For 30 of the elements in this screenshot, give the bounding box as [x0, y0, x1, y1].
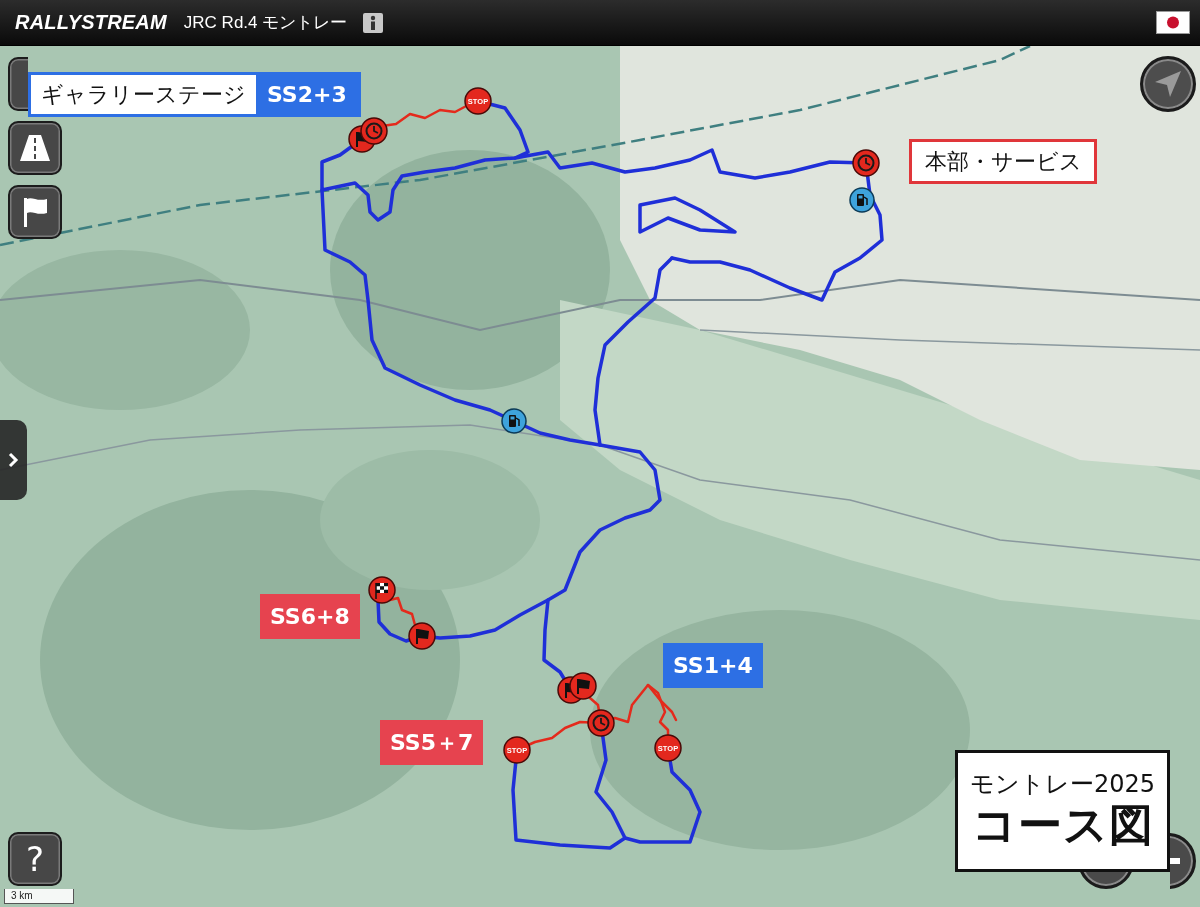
- clock-marker-icon: [587, 709, 615, 737]
- title-card-title: コース図: [971, 799, 1154, 852]
- fuel-pump-marker-icon: [849, 187, 875, 213]
- gallery-stage-title: ギャラリーステージ: [40, 80, 247, 109]
- chevron-right-icon: [8, 452, 19, 468]
- stage-label: SS1+4: [663, 643, 763, 688]
- clock-marker-icon: [852, 149, 880, 177]
- info-icon[interactable]: [363, 12, 384, 33]
- flag-marker-icon: [569, 672, 597, 700]
- flag-button[interactable]: [8, 185, 62, 239]
- clock-marker-icon: [360, 117, 388, 145]
- map-control-button[interactable]: [8, 57, 28, 111]
- title-card-subtitle: モントレー2025: [969, 770, 1156, 799]
- help-button[interactable]: ?: [8, 832, 62, 886]
- road-icon: [20, 135, 50, 161]
- checkered-flag-marker-icon: [368, 576, 396, 604]
- panel-toggle-button[interactable]: [0, 420, 27, 500]
- flag-marker-icon: [408, 622, 436, 650]
- flag-icon: [23, 197, 47, 227]
- stage-number-label: SS2+3: [256, 75, 358, 114]
- event-title: JRC Rd.4 モントレー: [183, 12, 348, 34]
- stage-label: SS5＋7: [380, 720, 484, 765]
- scale-bar: 3 km: [4, 889, 74, 904]
- app-logo: RALLYSTREAM: [15, 11, 167, 34]
- fuel-pump-marker-icon: [501, 408, 527, 434]
- service-park-label: 本部・サービス: [909, 139, 1097, 184]
- road-button[interactable]: [8, 121, 62, 175]
- stage-label: SS6+8: [260, 594, 360, 639]
- navigation-arrow-icon: [1155, 71, 1181, 97]
- japan-flag-icon[interactable]: [1156, 11, 1190, 34]
